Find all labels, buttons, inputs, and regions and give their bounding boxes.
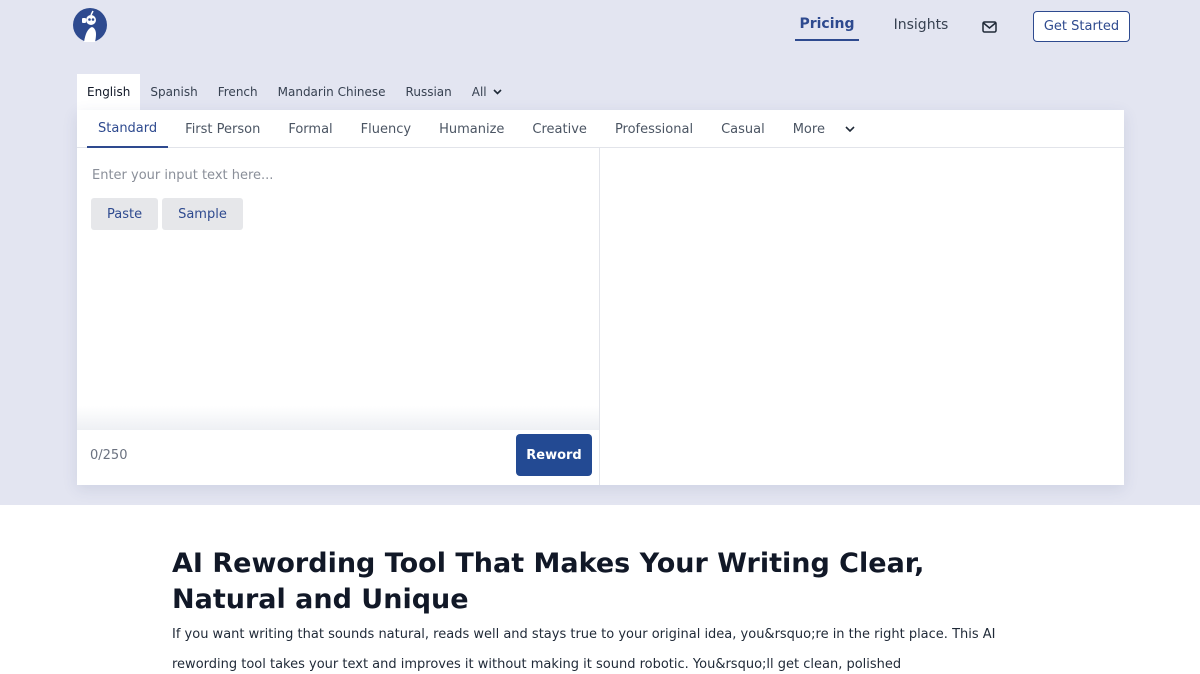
mode-tab-label: Casual xyxy=(721,121,765,137)
lang-tab-all-dropdown[interactable]: All xyxy=(462,74,512,110)
mode-tab-label: Humanize xyxy=(439,121,505,137)
sample-button[interactable]: Sample xyxy=(162,198,243,230)
get-started-button[interactable]: Get Started xyxy=(1033,11,1130,42)
lang-tab-label: French xyxy=(217,85,258,99)
mode-tab-professional[interactable]: Professional xyxy=(604,110,704,148)
input-actions: Paste Sample xyxy=(91,198,243,230)
nav-pricing-link[interactable]: Pricing xyxy=(795,8,859,41)
character-counter: 0/250 xyxy=(90,448,128,463)
output-pane xyxy=(600,148,1124,485)
mode-tab-label: More xyxy=(792,121,825,137)
language-tabs: English Spanish French Mandarin Chinese … xyxy=(77,74,512,110)
mode-tab-fluency[interactable]: Fluency xyxy=(350,110,422,148)
paste-button[interactable]: Paste xyxy=(91,198,159,230)
mode-tab-label: Creative xyxy=(532,121,587,137)
reword-button[interactable]: Reword xyxy=(516,434,592,476)
lang-tab-mandarin-chinese[interactable]: Mandarin Chinese xyxy=(268,74,396,110)
chevron-down-icon xyxy=(845,126,855,132)
mode-tab-casual[interactable]: Casual xyxy=(710,110,776,148)
mail-icon[interactable] xyxy=(982,18,997,33)
mode-tab-label: First Person xyxy=(185,121,261,137)
mode-tab-label: Fluency xyxy=(360,121,412,137)
mode-tab-label: Formal xyxy=(288,121,333,137)
hero-section: Pricing Insights Get Started English Spa… xyxy=(0,0,1200,505)
lang-tab-french[interactable]: French xyxy=(208,74,268,110)
lang-tab-russian[interactable]: Russian xyxy=(396,74,462,110)
lang-tab-label: All xyxy=(471,85,487,99)
lang-tab-label: English xyxy=(87,85,131,99)
mode-tab-creative[interactable]: Creative xyxy=(521,110,598,148)
chevron-down-icon xyxy=(493,89,502,95)
mode-tab-label: Professional xyxy=(614,121,694,137)
mode-tabs: Standard First Person Formal Fluency Hum… xyxy=(77,110,1124,148)
mode-tab-standard[interactable]: Standard xyxy=(87,110,169,148)
mode-tab-label: Standard xyxy=(98,120,158,136)
article-title: AI Rewording Tool That Makes Your Writin… xyxy=(172,548,925,615)
input-textarea[interactable] xyxy=(77,148,599,430)
robot-bird-logo-icon[interactable] xyxy=(70,7,110,43)
mode-tab-more-dropdown[interactable]: More xyxy=(782,110,866,148)
editor-footer: 0/250 Reword xyxy=(77,430,599,485)
editor-card: Standard First Person Formal Fluency Hum… xyxy=(77,110,1124,485)
mode-tab-first-person[interactable]: First Person xyxy=(174,110,271,148)
lang-tab-label: Mandarin Chinese xyxy=(277,85,386,99)
mode-tab-formal[interactable]: Formal xyxy=(277,110,343,148)
lang-tab-spanish[interactable]: Spanish xyxy=(140,74,207,110)
lang-tab-label: Spanish xyxy=(150,85,198,99)
article-paragraph: If you want writing that sounds natural,… xyxy=(172,627,996,672)
mode-tab-humanize[interactable]: Humanize xyxy=(428,110,515,148)
lang-tab-english[interactable]: English xyxy=(77,74,141,110)
nav-insights-link[interactable]: Insights xyxy=(888,8,954,41)
input-fade xyxy=(77,406,599,430)
lang-tab-label: Russian xyxy=(405,85,452,99)
